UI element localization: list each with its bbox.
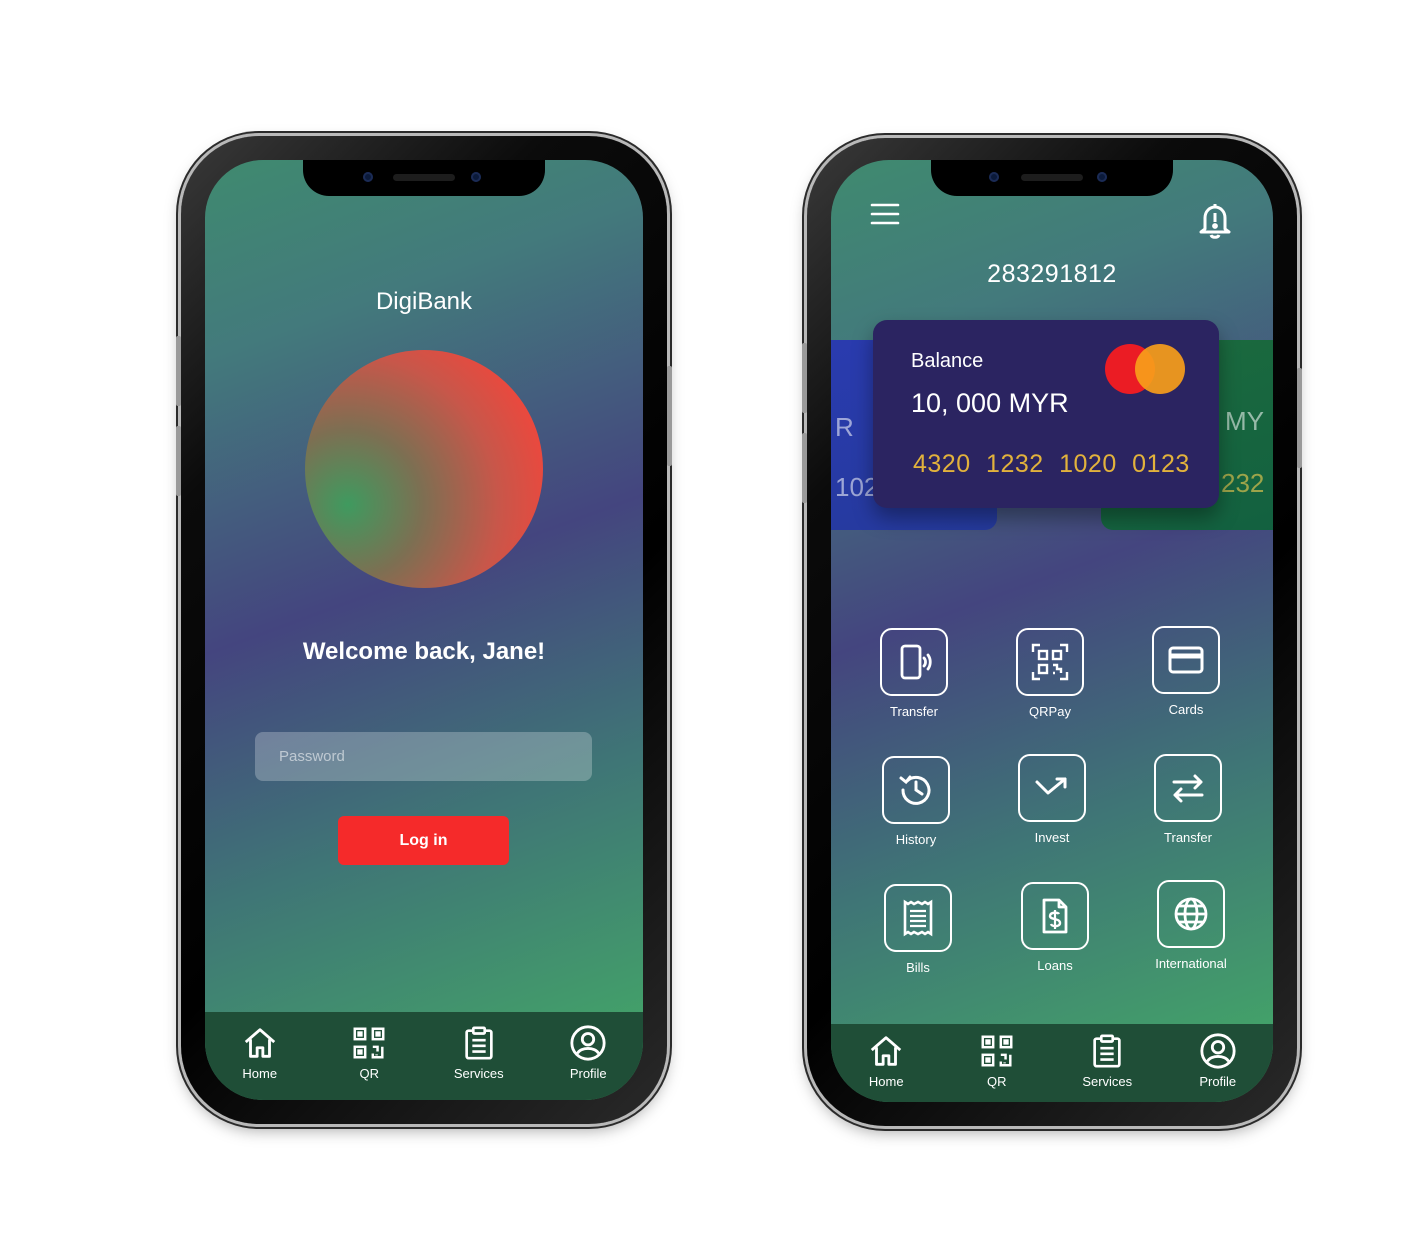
home-icon <box>871 1036 902 1066</box>
credit-card-icon <box>1168 646 1204 674</box>
service-qrpay-label: QRPay <box>1029 704 1071 719</box>
qr-code-icon <box>1031 643 1069 681</box>
service-transfer-label: Transfer <box>890 704 938 719</box>
account-number: 283291812 <box>987 260 1117 288</box>
nav-home-label: Home <box>242 1066 278 1081</box>
nav-qr[interactable]: QR <box>329 1024 409 1081</box>
mastercard-logo-icon <box>1105 344 1185 394</box>
nav-profile[interactable]: Profile <box>1178 1032 1258 1089</box>
nav-qr[interactable]: QR <box>957 1032 1037 1089</box>
nav-profile[interactable]: Profile <box>548 1024 628 1081</box>
service-international[interactable]: International <box>1136 880 1246 971</box>
password-input[interactable] <box>255 732 592 781</box>
notch <box>931 160 1173 196</box>
balance-value: 10, 000 MYR <box>911 388 1069 418</box>
service-bills[interactable]: Bills <box>863 884 973 975</box>
service-cards-label: Cards <box>1168 702 1204 717</box>
bottom-nav: Home QR Services Profile <box>205 1012 643 1100</box>
swap-arrows-icon <box>1172 774 1204 803</box>
nav-qr-label: QR <box>987 1074 1007 1089</box>
service-international-label: International <box>1155 956 1227 971</box>
service-history[interactable]: History <box>861 756 971 847</box>
card-peek-left-text-b: 102 <box>835 472 879 502</box>
service-invest-label: Invest <box>1034 830 1070 845</box>
notch <box>303 160 545 196</box>
card-peek-left-text-a: R <box>835 412 854 442</box>
phone-wave-icon <box>900 644 932 680</box>
nav-services-label: Services <box>1082 1074 1133 1089</box>
nav-profile-label: Profile <box>1199 1074 1237 1089</box>
globe-icon <box>1174 897 1208 931</box>
service-loans[interactable]: Loans <box>1000 882 1110 973</box>
welcome-message: Welcome back, Jane! <box>302 638 546 665</box>
balance-card[interactable]: Balance 10, 000 MYR 4320 1232 1020 0123 <box>873 320 1219 508</box>
dollar-document-icon <box>1042 898 1068 934</box>
home-icon <box>244 1028 275 1058</box>
nav-home[interactable]: Home <box>846 1032 926 1089</box>
service-qrpay[interactable]: QRPay <box>995 628 1105 719</box>
app-brand: DigiBank <box>375 288 473 315</box>
card-number: 4320 1232 1020 0123 <box>913 450 1190 478</box>
card-peek-right-text-b: 232 <box>1221 468 1265 498</box>
balance-label: Balance <box>911 350 984 372</box>
bottom-nav: Home QR Services Profile <box>831 1024 1273 1102</box>
login-screen: DigiBank Welcome back, Jane! Log in Home… <box>205 160 643 1100</box>
nav-profile-label: Profile <box>569 1066 607 1081</box>
card-peek-right-text-a: MY <box>1225 406 1264 436</box>
service-history-label: History <box>895 832 937 847</box>
hamburger-menu-icon[interactable] <box>869 200 901 228</box>
phone-login: DigiBank Welcome back, Jane! Log in Home… <box>176 136 672 1124</box>
login-button[interactable]: Log in <box>338 816 509 865</box>
phone-dashboard: 283291812 R 102 MY 232 Balance 10, 000 M… <box>802 138 1302 1126</box>
service-swap-transfer[interactable]: Transfer <box>1133 754 1243 845</box>
nav-qr-label: QR <box>359 1066 380 1081</box>
service-invest[interactable]: Invest <box>997 754 1107 845</box>
profile-icon <box>1200 1033 1236 1069</box>
service-cards[interactable]: Cards <box>1131 626 1241 717</box>
qr-code-icon <box>353 1027 385 1059</box>
nav-services-label: Services <box>453 1066 504 1081</box>
nav-home-label: Home <box>868 1074 904 1089</box>
qr-code-icon <box>981 1035 1013 1067</box>
dashboard-screen: 283291812 R 102 MY 232 Balance 10, 000 M… <box>831 160 1273 1102</box>
service-bills-label: Bills <box>906 960 930 975</box>
nav-home[interactable]: Home <box>220 1024 300 1081</box>
profile-icon <box>570 1025 606 1061</box>
notification-bell-icon[interactable] <box>1197 200 1233 240</box>
nav-services[interactable]: Services <box>439 1024 519 1081</box>
trend-icon <box>1035 777 1067 795</box>
history-icon <box>899 775 931 805</box>
service-transfer[interactable]: Transfer <box>859 628 969 719</box>
clipboard-icon <box>1093 1034 1121 1068</box>
brand-orb <box>305 350 543 588</box>
service-swap-transfer-label: Transfer <box>1164 830 1212 845</box>
service-loans-label: Loans <box>1037 958 1073 973</box>
receipt-icon <box>903 899 933 937</box>
nav-services[interactable]: Services <box>1067 1032 1147 1089</box>
clipboard-icon <box>465 1026 493 1060</box>
